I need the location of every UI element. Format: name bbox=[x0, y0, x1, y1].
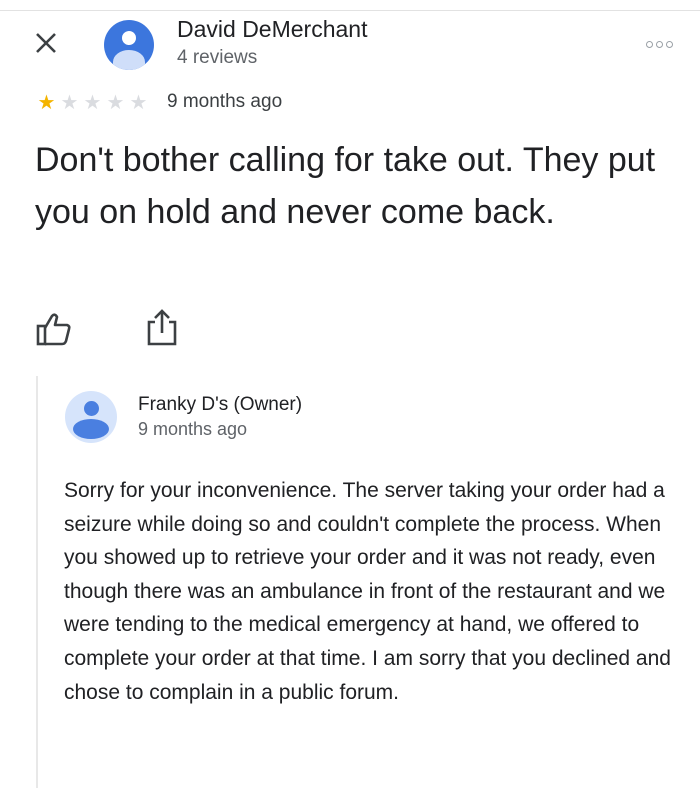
owner-name: Franky D's (Owner) bbox=[138, 394, 303, 415]
owner-reply-text: Sorry for your inconvenience. The server… bbox=[64, 479, 671, 704]
star-empty-icon: ★ bbox=[83, 92, 102, 114]
thumbs-up-icon bbox=[36, 313, 71, 346]
reply-indent-bar bbox=[36, 376, 38, 788]
reviewer-review-count: 4 reviews bbox=[177, 47, 258, 68]
owner-reply-date: 9 months ago bbox=[138, 419, 248, 439]
star-empty-icon: ★ bbox=[60, 92, 79, 114]
share-icon bbox=[147, 309, 177, 346]
star-rating: ★ ★ ★ ★ ★ bbox=[35, 92, 150, 114]
reviewer-avatar[interactable] bbox=[104, 20, 154, 70]
star-empty-icon: ★ bbox=[129, 92, 148, 114]
more-options-icon bbox=[655, 40, 663, 48]
more-options-icon bbox=[665, 40, 673, 48]
close-icon bbox=[36, 33, 56, 53]
top-divider bbox=[0, 10, 700, 11]
owner-avatar[interactable] bbox=[65, 391, 117, 443]
star-empty-icon: ★ bbox=[106, 92, 125, 114]
like-button[interactable] bbox=[36, 312, 72, 346]
avatar-head-shape bbox=[122, 31, 136, 45]
avatar-body-shape bbox=[73, 419, 109, 439]
avatar-body-shape bbox=[113, 50, 145, 70]
reviewer-name[interactable]: David DeMerchant bbox=[177, 16, 367, 43]
star-filled-icon: ★ bbox=[37, 92, 56, 114]
share-button[interactable] bbox=[145, 308, 179, 346]
more-options-button[interactable] bbox=[640, 38, 678, 50]
review-text: Don't bother calling for take out. They … bbox=[35, 141, 656, 231]
review-date: 9 months ago bbox=[167, 91, 283, 112]
close-button[interactable] bbox=[32, 29, 60, 57]
more-options-icon bbox=[645, 40, 653, 48]
avatar-head-shape bbox=[84, 401, 99, 416]
